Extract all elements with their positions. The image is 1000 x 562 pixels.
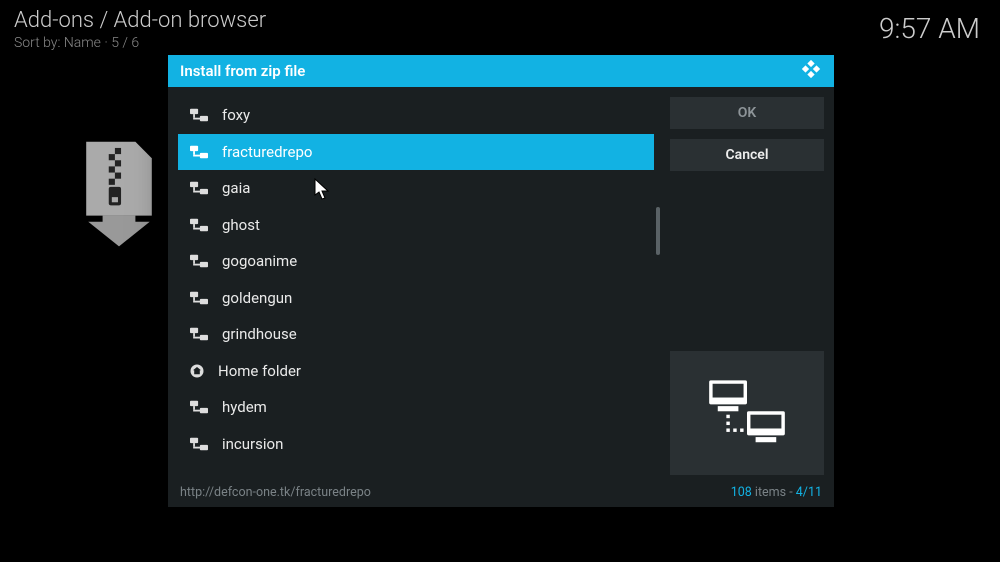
network-source-icon (190, 255, 208, 267)
network-share-icon (704, 376, 790, 450)
network-source-icon (190, 219, 208, 231)
list-item[interactable]: ghost (178, 207, 654, 244)
install-from-zip-dialog: Install from zip file foxy fracturedrepo g… (168, 55, 834, 507)
dialog-header: Install from zip file (168, 55, 834, 87)
list-item[interactable]: Home folder (178, 353, 654, 390)
page-header: Add-ons / Add-on browser Sort by: Name ·… (14, 8, 266, 51)
list-item-label: ghost (222, 216, 260, 234)
scroll-thumb[interactable] (656, 207, 660, 255)
network-source-icon (190, 401, 208, 413)
sort-indicator: Sort by: Name · 5 / 6 (14, 35, 266, 51)
list-item[interactable]: incursion (178, 426, 654, 463)
list-item-label: incursion (222, 435, 283, 453)
list-item-label: grindhouse (222, 325, 297, 343)
network-source-icon (190, 438, 208, 450)
list-item[interactable]: foxy (178, 97, 654, 134)
network-source-icon (190, 182, 208, 194)
list-item-label: hydem (222, 398, 267, 416)
network-source-icon (190, 328, 208, 340)
list-item[interactable]: gaia (178, 170, 654, 207)
list-item[interactable]: hydem (178, 389, 654, 426)
network-source-icon (190, 292, 208, 304)
file-list[interactable]: foxy fracturedrepo gaia ghost gogoanime golde… (178, 97, 654, 475)
list-item-label: goldengun (222, 289, 292, 307)
list-item-label: foxy (222, 106, 250, 124)
list-item[interactable]: fracturedrepo (178, 134, 654, 171)
scrollbar[interactable] (656, 97, 660, 475)
list-item[interactable]: goldengun (178, 280, 654, 317)
list-item-label: Home folder (218, 362, 301, 380)
ok-button[interactable]: OK (670, 97, 824, 129)
zip-file-icon (78, 132, 160, 250)
kodi-logo-icon (800, 58, 822, 84)
preview-thumbnail (670, 351, 824, 475)
dialog-footer: http://defcon-one.tk/fracturedrepo 108 i… (168, 477, 834, 507)
footer-path: http://defcon-one.tk/fracturedrepo (180, 485, 371, 500)
clock: 9:57 AM (879, 12, 980, 45)
network-source-icon (190, 146, 208, 158)
list-item-label: gogoanime (222, 252, 297, 270)
breadcrumb: Add-ons / Add-on browser (14, 8, 266, 33)
list-item[interactable]: gogoanime (178, 243, 654, 280)
home-icon (190, 364, 204, 378)
list-item-label: fracturedrepo (222, 143, 312, 161)
list-item[interactable]: grindhouse (178, 316, 654, 353)
footer-count: 108 items - 4/11 (731, 485, 822, 500)
dialog-title: Install from zip file (180, 62, 305, 80)
list-item-label: gaia (222, 179, 250, 197)
network-source-icon (190, 109, 208, 121)
cancel-button[interactable]: Cancel (670, 139, 824, 171)
